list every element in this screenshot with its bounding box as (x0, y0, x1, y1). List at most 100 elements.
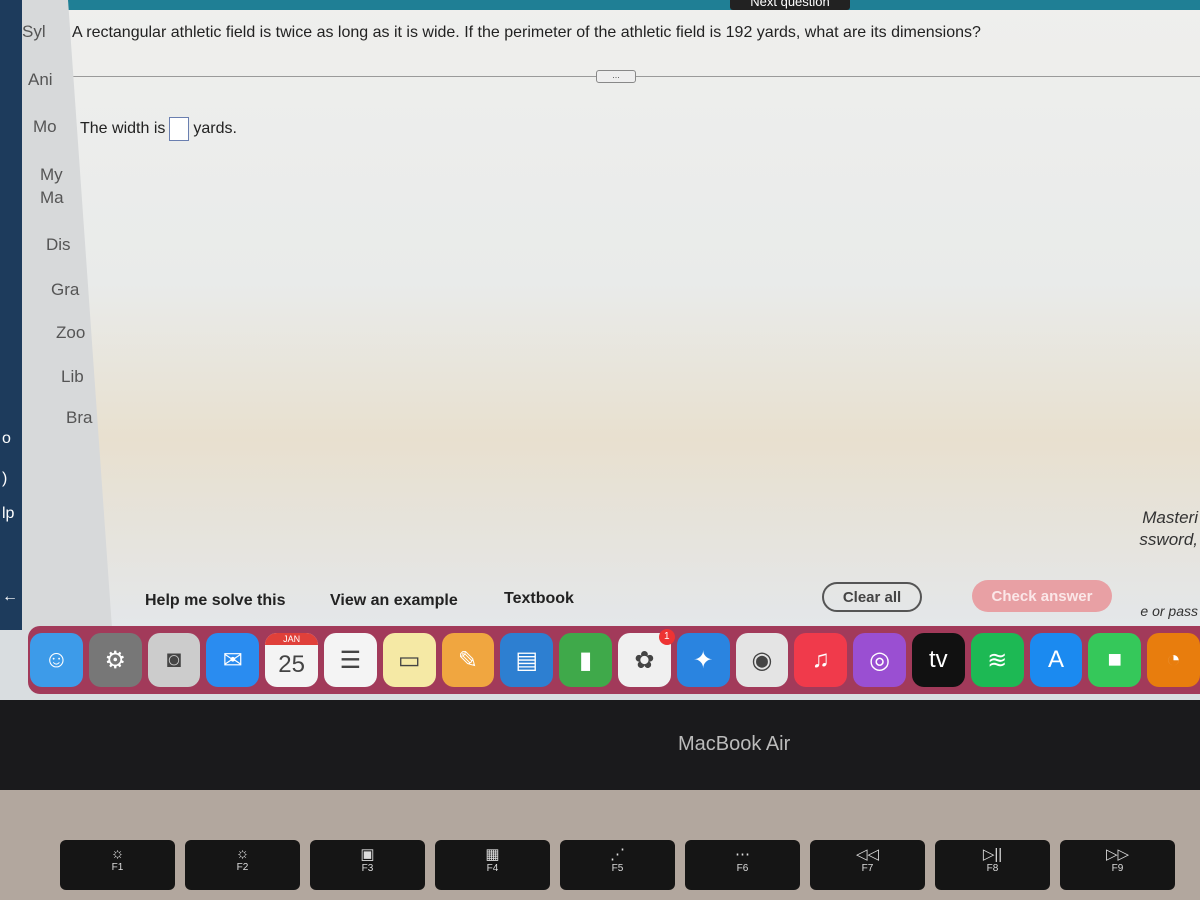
dock-app-reminders[interactable]: ☰ (323, 633, 377, 687)
bg-text: ) (2, 470, 8, 487)
question-text: A rectangular athletic field is twice as… (72, 24, 981, 41)
dock-app-chrome[interactable]: ◉ (735, 633, 789, 687)
key-label: F5 (611, 863, 624, 874)
facetime-icon: ■ (1107, 646, 1122, 673)
key-f1[interactable]: ☼ F1 (60, 840, 175, 890)
dock-app-notes[interactable]: ▭ (382, 633, 436, 687)
dock-app-calendar[interactable]: JAN 25 (265, 633, 318, 687)
sidebar-item[interactable]: Gra (51, 280, 79, 300)
sidebar-item[interactable]: Ma (40, 188, 64, 208)
bg-text: ssword, (1139, 530, 1198, 549)
system-preferences-icon: ⚙ (104, 646, 126, 674)
textbook-link[interactable]: Textbook (504, 590, 574, 608)
next-question-button[interactable]: Next question (730, 0, 850, 10)
dock-app-photos[interactable]: ✿ 1 (617, 629, 675, 687)
dock: ☺ ⚙ ◙ ✉ JAN 25 ☰ ▭ ✎ ▤ ▮ ✿ 1 ✦ ◉ ♫ ◎ tv ≋ A ■ ◔ (28, 626, 1200, 694)
key-label: F3 (361, 863, 374, 874)
sidebar-item[interactable]: Ani (28, 70, 53, 90)
key-icon: ⋯ (735, 846, 750, 863)
key-label: F4 (486, 863, 499, 874)
key-icon: ⋰ (610, 846, 625, 863)
key-label: F2 (236, 862, 249, 873)
check-answer-button[interactable]: Check answer (972, 580, 1112, 612)
keyboard: ☼ F1 ☼ F2 ▣ F3 ▦ F4 ⋰ F5 ⋯ F6 ◁◁ F7 ▷|| F8 ▷▷ F9 (0, 790, 1200, 900)
pages-icon: ✎ (457, 646, 479, 674)
key-f6[interactable]: ⋯ F6 (685, 840, 800, 890)
key-icon: ☼ (235, 845, 250, 862)
dock-app-spotify[interactable]: ≋ (970, 633, 1024, 687)
numbers-icon: ▮ (578, 646, 593, 674)
safari-icon: ✦ (693, 646, 714, 674)
answer-row: The width is yards. (80, 117, 237, 141)
sidebar-item[interactable]: My (40, 165, 63, 185)
key-f3[interactable]: ▣ F3 (310, 840, 425, 890)
app-store-icon: A (1047, 646, 1064, 673)
key-f7[interactable]: ◁◁ F7 (810, 840, 925, 890)
dock-app-mail[interactable]: ✉ (206, 633, 260, 687)
dock-app-music[interactable]: ♫ (794, 633, 848, 687)
reminders-icon: ☰ (339, 646, 362, 674)
key-label: F1 (111, 862, 124, 873)
key-f4[interactable]: ▦ F4 (435, 840, 550, 890)
dock-app-facetime[interactable]: ■ (1088, 633, 1142, 687)
notification-badge: 1 (658, 629, 675, 645)
spotify-icon: ≋ (987, 646, 1008, 674)
bg-text: o (2, 430, 11, 447)
chrome-icon: ◉ (751, 646, 773, 674)
music-icon: ♫ (811, 646, 830, 673)
key-f8[interactable]: ▷|| F8 (935, 840, 1050, 890)
sidebar-item[interactable]: Dis (46, 235, 71, 255)
calendar-month: JAN (265, 633, 318, 645)
dock-app-system-preferences[interactable]: ⚙ (88, 633, 142, 687)
dock-app-finder[interactable]: ☺ (30, 633, 83, 687)
finder-icon: ☺ (44, 646, 69, 673)
key-icon: ▣ (360, 846, 375, 863)
dock-app-pages[interactable]: ✎ (441, 633, 495, 687)
apple-tv-icon: tv (929, 646, 948, 673)
view-example-link[interactable]: View an example (330, 592, 458, 610)
bezel-label-text: MacBook Air (678, 733, 791, 755)
dock-app-numbers[interactable]: ▮ (559, 633, 612, 687)
help-me-solve-link[interactable]: Help me solve this (145, 592, 286, 610)
background-left-strip: o ) lp ← (0, 0, 22, 630)
clear-all-button[interactable]: Clear all (822, 582, 922, 612)
dock-app-screenshot[interactable]: ◙ (147, 633, 201, 687)
dock-app-keynote[interactable]: ▤ (500, 633, 554, 687)
dock-app-app-store[interactable]: A (1029, 633, 1083, 687)
keynote-icon: ▤ (515, 646, 539, 674)
sidebar-item[interactable]: Zoo (56, 323, 85, 343)
bg-text: Masteri (1142, 508, 1198, 527)
sidebar-item[interactable]: Mo (33, 117, 57, 137)
key-icon: ▷|| (982, 846, 1003, 863)
dock-app-podcasts[interactable]: ◎ (853, 633, 906, 687)
expand-more-button[interactable]: ... (596, 70, 636, 83)
notes-icon: ▭ (397, 646, 421, 674)
width-input[interactable] (169, 117, 190, 141)
blender-icon: ◔ (1166, 646, 1181, 673)
key-icon: ▷▷ (1105, 846, 1130, 863)
photos-icon: ✿ (634, 646, 655, 674)
bg-text: lp (2, 505, 15, 522)
dialog-top-bar (68, 0, 1200, 10)
key-icon: ▦ (485, 846, 500, 863)
back-arrow[interactable]: ← (2, 588, 18, 606)
dock-app-apple-tv[interactable]: tv (911, 633, 965, 687)
question-dialog: Next question A rectangular athletic fie… (68, 0, 1200, 628)
mail-icon: ✉ (222, 646, 243, 674)
answer-suffix: yards. (193, 120, 237, 137)
key-f5[interactable]: ⋰ F5 (560, 840, 675, 890)
sidebar-item[interactable]: Syl (22, 22, 46, 42)
sidebar-item[interactable]: Bra (66, 408, 92, 428)
key-icon: ☼ (110, 845, 125, 862)
action-bar: Help me solve this View an example Textb… (68, 580, 1200, 620)
bg-text: e or pass (1140, 603, 1198, 619)
key-f2[interactable]: ☼ F2 (185, 840, 300, 890)
key-label: F9 (1111, 863, 1124, 874)
dock-app-safari[interactable]: ✦ (676, 633, 730, 687)
calendar-icon: 25 (278, 651, 305, 678)
dock-app-blender[interactable]: ◔ (1147, 633, 1200, 687)
sidebar-item[interactable]: Lib (61, 367, 84, 387)
key-f9[interactable]: ▷▷ F9 (1060, 840, 1175, 890)
answer-prefix: The width is (80, 120, 166, 137)
screenshot-icon: ◙ (166, 646, 182, 673)
